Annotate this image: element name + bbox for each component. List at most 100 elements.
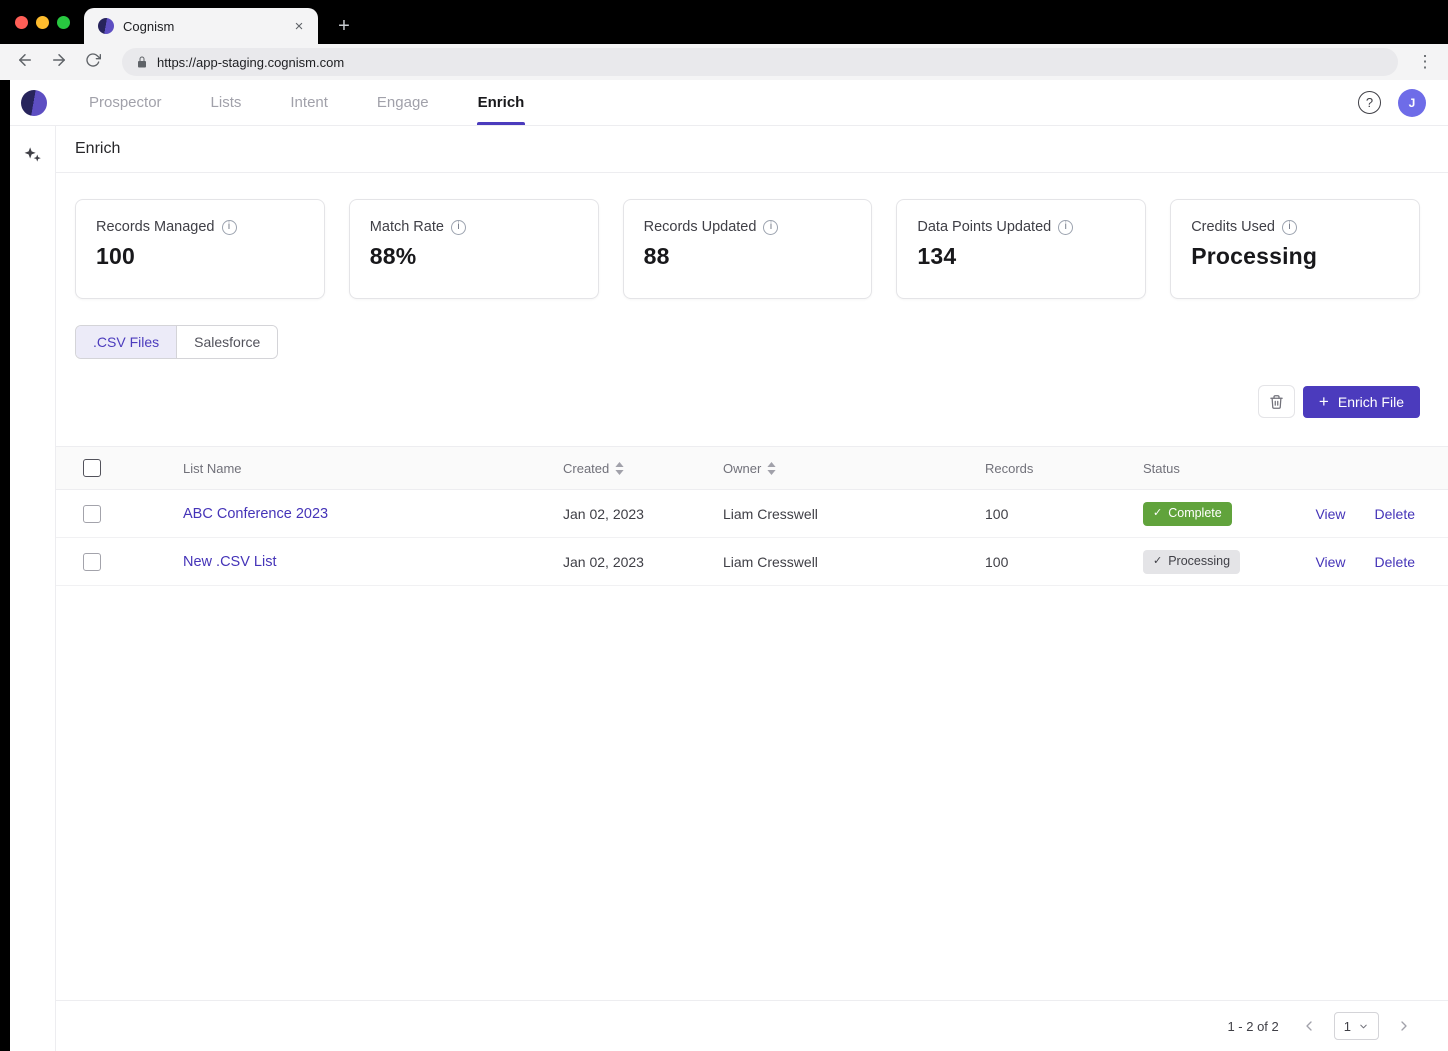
window-close-button[interactable] (15, 16, 28, 29)
list-name-link[interactable]: New .CSV List (183, 554, 276, 570)
column-header-owner: Owner (723, 460, 762, 476)
row-checkbox[interactable] (83, 504, 101, 523)
main-panel: Enrich Records Managed i 100 Match Rate … (56, 126, 1448, 1051)
lock-icon (136, 56, 148, 68)
page-titlebar: Enrich (56, 126, 1448, 173)
stat-card-data-points-updated: Data Points Updated i 134 (896, 199, 1147, 299)
cognism-app: Prospector Lists Intent Engage Enrich ? (10, 80, 1448, 1051)
stat-label: Data Points Updated (917, 219, 1052, 235)
stat-value: 134 (917, 243, 957, 269)
pagination-range: 1 - 2 of 2 (1227, 1018, 1279, 1034)
tab-salesforce[interactable]: Salesforce (176, 326, 278, 358)
current-page: 1 (1343, 1018, 1351, 1034)
address-bar[interactable]: https://app-staging.cognism.com (122, 48, 1398, 76)
browser-tab[interactable]: Cognism × (84, 8, 318, 44)
question-mark-icon: ? (1365, 95, 1374, 110)
help-button[interactable]: ? (1358, 91, 1381, 114)
tab-csv-files[interactable]: .CSV Files (76, 326, 177, 358)
cognism-favicon-icon (98, 18, 114, 34)
info-icon[interactable]: i (763, 219, 779, 235)
app-header: Prospector Lists Intent Engage Enrich ? (10, 80, 1448, 126)
browser-window: Cognism × + https://app-staging.cognism.… (0, 0, 1448, 1051)
stats-row: Records Managed i 100 Match Rate i 88% R… (75, 199, 1420, 299)
pagination: 1 - 2 of 2 1 (56, 1000, 1448, 1051)
check-icon: ✓ (1153, 555, 1163, 567)
trash-icon (1269, 394, 1284, 410)
plus-icon: + (1318, 392, 1329, 411)
enrich-rail-item[interactable] (20, 141, 46, 167)
row-checkbox[interactable] (83, 552, 101, 571)
delete-selected-button[interactable] (1257, 385, 1295, 418)
nav-item-label: Lists (210, 94, 242, 111)
stat-label: Records Updated (643, 219, 757, 235)
browser-menu-button[interactable]: ⋮ (1414, 52, 1436, 72)
column-header-created: Created (563, 460, 610, 476)
info-icon[interactable]: i (1282, 219, 1297, 235)
refresh-button[interactable] (80, 49, 106, 75)
column-header-list-name: List Name (183, 460, 242, 476)
table-header-row: List Name Created Owner Records Status (56, 446, 1448, 490)
tab-close-icon[interactable]: × (290, 17, 308, 35)
delete-link[interactable]: Delete (1375, 506, 1415, 522)
window-zoom-button[interactable] (57, 16, 70, 29)
select-all-checkbox[interactable] (83, 459, 101, 477)
page-title: Enrich (75, 140, 121, 157)
nav-item-label: Intent (290, 94, 328, 111)
enrich-file-button[interactable]: + Enrich File (1302, 385, 1420, 418)
records-cell: 100 (985, 553, 1009, 570)
browser-toolbar: https://app-staging.cognism.com ⋮ (0, 44, 1448, 80)
cognism-logo (21, 89, 47, 116)
column-header-owner-sort[interactable]: Owner (723, 461, 776, 476)
app-body: Enrich Records Managed i 100 Match Rate … (10, 126, 1448, 1051)
back-button[interactable] (12, 49, 38, 75)
status-badge: ✓ Processing (1143, 549, 1241, 574)
side-rail (10, 126, 56, 1051)
nav-item-label: Engage (376, 94, 429, 111)
source-tabs-row: .CSV Files Salesforce (75, 325, 1420, 359)
created-cell: Jan 02, 2023 (563, 553, 644, 570)
page-content: Records Managed i 100 Match Rate i 88% R… (56, 173, 1448, 1051)
nav-item-enrich[interactable]: Enrich (476, 80, 526, 125)
table-actions-row: + Enrich File (75, 385, 1420, 418)
enrich-file-label: Enrich File (1337, 393, 1404, 410)
nav-item-engage[interactable]: Engage (377, 80, 429, 125)
forward-button[interactable] (46, 49, 72, 75)
nav-item-lists[interactable]: Lists (211, 80, 242, 125)
status-badge: ✓ Complete (1143, 501, 1232, 526)
previous-page-button[interactable] (1297, 1014, 1321, 1038)
stat-value: Processing (1191, 243, 1318, 269)
list-name-link[interactable]: ABC Conference 2023 (183, 506, 328, 522)
nav-item-label: Prospector (89, 94, 162, 111)
page-select[interactable]: 1 (1333, 1012, 1379, 1040)
delete-link[interactable]: Delete (1375, 554, 1415, 570)
new-tab-button[interactable]: + (332, 14, 356, 38)
chevron-left-icon (1301, 1018, 1317, 1034)
window-controls (15, 16, 70, 29)
browser-titlebar: Cognism × + (0, 0, 1448, 44)
column-header-created-sort[interactable]: Created (563, 461, 624, 476)
stat-card-match-rate: Match Rate i 88% (348, 199, 599, 299)
window-minimize-button[interactable] (36, 16, 49, 29)
info-icon[interactable]: i (450, 219, 466, 235)
stat-value: 88 (643, 243, 670, 269)
url-text: https://app-staging.cognism.com (157, 54, 345, 70)
info-icon[interactable]: i (1058, 219, 1074, 235)
nav-item-prospector[interactable]: Prospector (89, 80, 162, 125)
sort-icon (767, 461, 776, 475)
info-icon[interactable]: i (221, 219, 237, 235)
next-page-button[interactable] (1392, 1014, 1416, 1038)
sparkles-icon (23, 145, 42, 164)
chevron-down-icon (1358, 1021, 1369, 1032)
stat-label: Match Rate (369, 219, 444, 235)
view-link[interactable]: View (1315, 506, 1345, 522)
nav-item-intent[interactable]: Intent (290, 80, 328, 125)
check-icon: ✓ (1153, 507, 1163, 519)
stat-card-records-updated: Records Updated i 88 (622, 199, 873, 299)
stat-value: 100 (96, 243, 135, 269)
view-link[interactable]: View (1315, 554, 1345, 570)
tab-title: Cognism (123, 18, 175, 34)
table-row: ABC Conference 2023 Jan 02, 2023 Liam Cr… (56, 490, 1448, 538)
avatar[interactable]: J (1398, 88, 1426, 117)
refresh-icon (85, 52, 101, 73)
